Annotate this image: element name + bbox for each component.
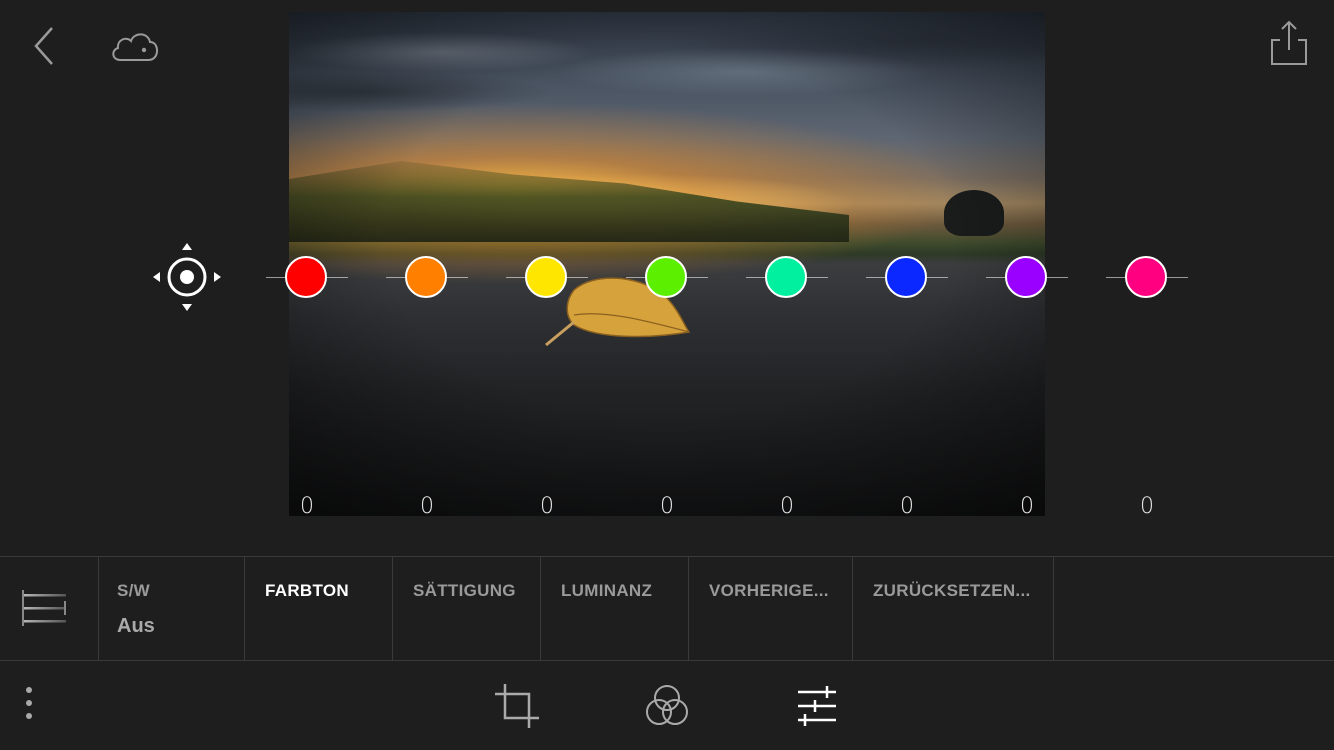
blue-value: 0	[900, 494, 914, 519]
adjust-button[interactable]	[793, 682, 841, 730]
cloud-sync-icon	[112, 33, 159, 61]
red-value: 0	[300, 494, 314, 519]
aqua-slider	[746, 256, 828, 298]
tab-luminanz[interactable]: LUMINANZ	[541, 557, 689, 660]
crop-icon	[495, 684, 539, 728]
share-button[interactable]	[1266, 18, 1312, 68]
tab-vorherige-label: VORHERIGE...	[709, 581, 829, 600]
aqua-value: 0	[780, 494, 794, 519]
tab-saettigung[interactable]: SÄTTIGUNG	[393, 557, 541, 660]
cloud-sync-button[interactable]	[108, 24, 162, 68]
tab-farbton-label: FARBTON	[265, 581, 349, 600]
tab-zuruecksetzen-label: ZURÜCKSETZEN...	[873, 581, 1031, 600]
target-adjust-button[interactable]	[150, 240, 224, 314]
green-slider	[626, 256, 708, 298]
crop-button[interactable]	[493, 682, 541, 730]
orange-slider	[386, 256, 468, 298]
orange-swatch[interactable]	[405, 256, 447, 298]
chevron-left-icon	[34, 27, 53, 65]
orange-value: 0	[420, 494, 434, 519]
magenta-swatch[interactable]	[1125, 256, 1167, 298]
purple-value: 0	[1020, 494, 1034, 519]
more-options-button[interactable]	[18, 684, 40, 724]
red-slider	[266, 256, 348, 298]
hsl-tab-bar: S/W Aus FARBTON SÄTTIGUNG LUMINANZ VORHE…	[0, 556, 1334, 661]
green-value: 0	[660, 494, 674, 519]
tab-zuruecksetzen[interactable]: ZURÜCKSETZEN...	[853, 557, 1054, 660]
blue-slider	[866, 256, 948, 298]
sliders-icon	[798, 686, 836, 726]
magenta-value: 0	[1140, 494, 1154, 519]
yellow-swatch[interactable]	[525, 256, 567, 298]
purple-swatch[interactable]	[1005, 256, 1047, 298]
tab-vorherige[interactable]: VORHERIGE...	[689, 557, 853, 660]
red-swatch[interactable]	[285, 256, 327, 298]
yellow-slider	[506, 256, 588, 298]
target-adjust-icon	[153, 243, 221, 311]
list-icon	[22, 590, 66, 626]
blue-swatch[interactable]	[885, 256, 927, 298]
tab-sw-value: Aus	[117, 615, 155, 637]
color-circles-icon	[646, 685, 688, 725]
tab-sw[interactable]: S/W Aus	[99, 557, 245, 660]
yellow-value: 0	[540, 494, 554, 519]
tab-saettigung-label: SÄTTIGUNG	[413, 581, 516, 600]
magenta-slider	[1106, 256, 1188, 298]
green-swatch[interactable]	[645, 256, 687, 298]
back-button[interactable]	[28, 24, 64, 68]
menu-button[interactable]	[0, 557, 99, 660]
purple-slider	[986, 256, 1068, 298]
presets-button[interactable]	[643, 682, 691, 730]
tab-farbton[interactable]: FARBTON	[245, 557, 393, 660]
more-vertical-icon	[26, 687, 32, 719]
tab-luminanz-label: LUMINANZ	[561, 581, 653, 600]
tab-sw-label: S/W	[117, 581, 151, 600]
share-icon	[1271, 20, 1307, 65]
aqua-swatch[interactable]	[765, 256, 807, 298]
